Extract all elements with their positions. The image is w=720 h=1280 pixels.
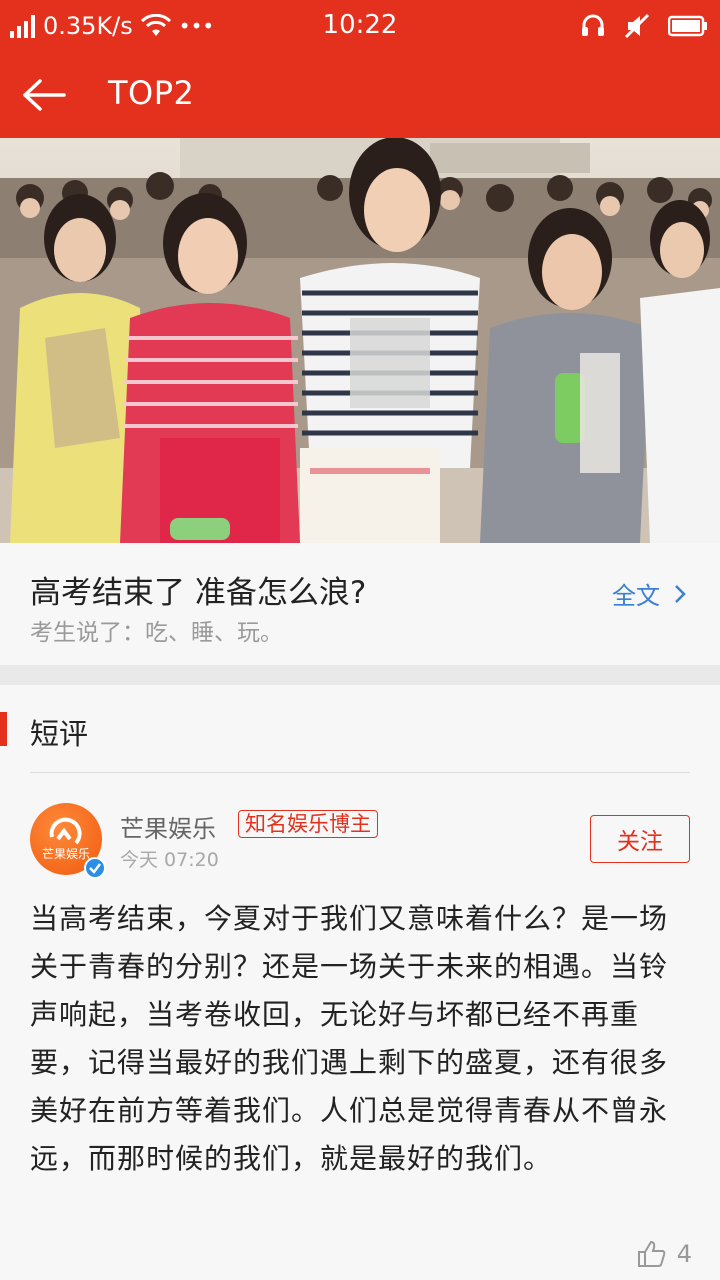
thumbs-up-icon: [637, 1240, 666, 1267]
short-review-section: 短评 芒果娱乐 芒果娱乐 知名娱乐博主 今天 07:20 关注 当高考结束，今夏…: [0, 685, 720, 1280]
article-subtitle: 考生说了：吃、睡、玩。: [30, 620, 283, 646]
full-text-link[interactable]: 全文: [612, 576, 686, 611]
photo-illustration: [0, 138, 720, 543]
status-right: [580, 10, 708, 42]
author-badge: 知名娱乐博主: [238, 810, 378, 838]
full-text-label: 全文: [612, 582, 660, 610]
status-bar: 0.35K/s ••• 10:22: [0, 0, 720, 52]
follow-button[interactable]: 关注: [590, 815, 690, 863]
divider: [0, 665, 720, 685]
post-time: 今天 07:20: [120, 849, 219, 871]
page-title: TOP2: [108, 74, 195, 112]
like-count: 4: [676, 1240, 692, 1268]
article-header[interactable]: 高考结束了 准备怎么浪? 考生说了：吃、睡、玩。 全文: [0, 543, 720, 665]
verified-badge-icon: [84, 857, 106, 879]
app-bar: TOP2: [0, 52, 720, 138]
article-title: 高考结束了 准备怎么浪?: [30, 575, 367, 611]
section-accent-bar: [0, 712, 7, 746]
section-divider: [30, 772, 690, 773]
mute-icon: [624, 13, 650, 39]
author-name[interactable]: 芒果娱乐: [120, 809, 216, 844]
comment-body: 当高考结束，今夏对于我们又意味着什么？是一场关于青春的分别？还是一场关于未来的相…: [30, 902, 669, 1175]
avatar[interactable]: 芒果娱乐: [30, 803, 106, 879]
article-photo[interactable]: [0, 138, 720, 543]
back-arrow-icon: [23, 79, 66, 111]
section-title: 短评: [30, 717, 89, 751]
back-button[interactable]: [22, 70, 82, 120]
battery-icon: [668, 15, 707, 37]
headset-icon: [582, 14, 604, 36]
like-button[interactable]: 4: [637, 1240, 692, 1268]
chevron-right-icon: [675, 584, 686, 603]
